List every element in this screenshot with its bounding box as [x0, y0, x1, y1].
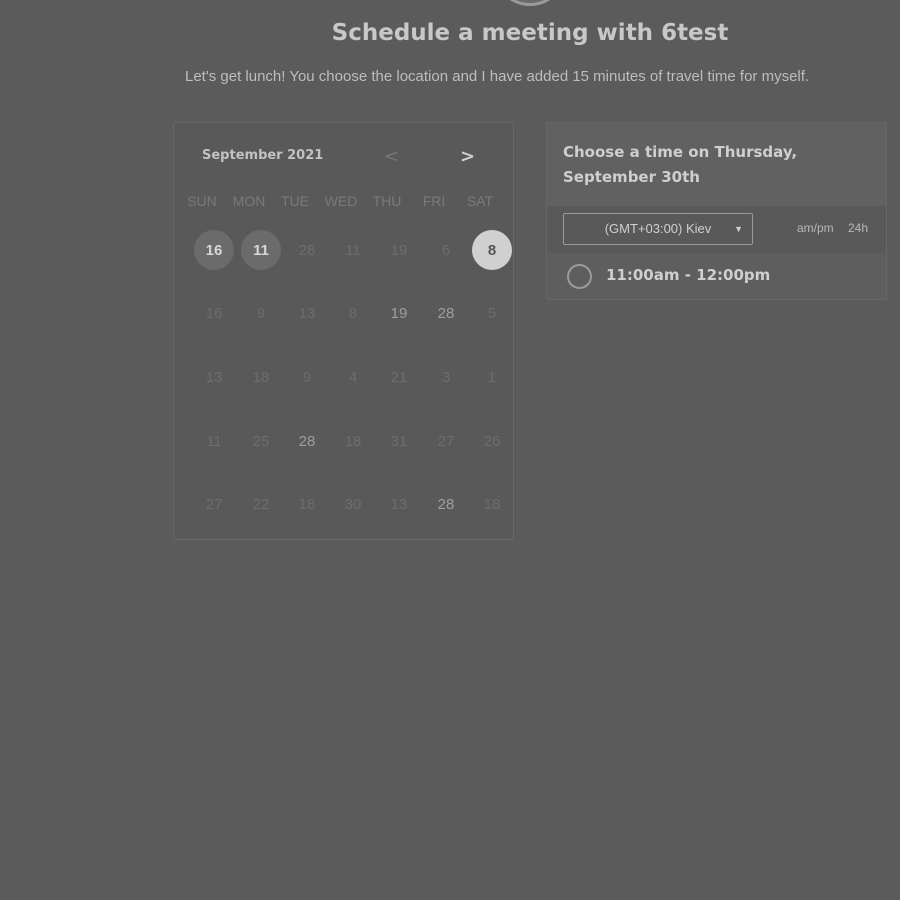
available-day[interactable]: 11: [241, 230, 281, 270]
calendar-day: 6: [441, 241, 451, 259]
page-title: Schedule a meeting with 6test: [331, 20, 729, 46]
prev-month-chevron-icon[interactable]: <: [384, 146, 399, 167]
calendar-day: 30: [344, 495, 362, 513]
weekday-label: WED: [324, 193, 358, 209]
calendar-day: 11: [206, 432, 222, 450]
selected-day[interactable]: 8: [472, 230, 512, 270]
calendar-day: 8: [348, 304, 358, 322]
calendar-day: 5: [487, 304, 497, 322]
weekday-label: SAT: [466, 193, 494, 209]
weekday-label: THU: [372, 193, 402, 209]
calendar-day: 19: [390, 304, 408, 322]
calendar-day: 21: [390, 368, 408, 386]
time-panel-heading: Choose a time on Thursday, September 30t…: [547, 123, 886, 206]
format-24h-toggle[interactable]: 24h: [848, 221, 868, 235]
time-slot[interactable]: 11:00am - 12:00pm: [547, 253, 886, 299]
calendar-day: 28: [298, 241, 316, 259]
calendar-day: 4: [348, 368, 358, 386]
calendar-day: 13: [298, 304, 316, 322]
timezone-select[interactable]: (GMT+03:00) Kiev ▼: [563, 213, 753, 245]
calendar-day: 1: [487, 368, 497, 386]
time-panel: Choose a time on Thursday, September 30t…: [546, 122, 887, 300]
time-slot-label: 11:00am - 12:00pm: [606, 266, 771, 284]
calendar-day: 16: [205, 304, 223, 322]
calendar-day: 25: [252, 432, 270, 450]
calendar-day: 9: [256, 304, 266, 322]
available-day[interactable]: 16: [194, 230, 234, 270]
calendar-day: 18: [344, 432, 362, 450]
calendar-day: 9: [302, 368, 312, 386]
calendar-month-label: September 2021: [202, 148, 324, 163]
format-ampm-toggle[interactable]: am/pm: [797, 221, 834, 235]
calendar-day: 13: [390, 495, 408, 513]
calendar-day: 26: [483, 432, 501, 450]
time-panel-heading-line2: September 30th: [563, 168, 700, 186]
calendar-day: 18: [252, 368, 270, 386]
calendar-day: 13: [205, 368, 223, 386]
calendar-day: 31: [390, 432, 408, 450]
calendar-day: 22: [252, 495, 270, 513]
calendar-day: 18: [298, 495, 316, 513]
calendar-day: 11: [345, 241, 361, 259]
weekday-label: SUN: [187, 193, 217, 209]
weekday-label: MON: [232, 193, 266, 209]
calendar-day: 27: [205, 495, 223, 513]
caret-down-icon: ▼: [734, 224, 743, 234]
radio-icon[interactable]: [567, 264, 592, 289]
host-avatar: [495, 0, 565, 6]
time-panel-heading-line1: Choose a time on Thursday,: [563, 143, 798, 161]
next-month-chevron-icon[interactable]: >: [460, 146, 475, 167]
page-subtitle: Let's get lunch! You choose the location…: [185, 68, 810, 85]
calendar-day: 27: [437, 432, 455, 450]
timezone-value: (GMT+03:00) Kiev: [604, 221, 712, 236]
calendar-panel: September 2021 < > SUN MON TUE WED THU FRI SAT…: [173, 122, 514, 540]
calendar-day: 28: [298, 432, 316, 450]
weekday-label: FRI: [422, 193, 446, 209]
calendar-day: 28: [437, 495, 455, 513]
calendar-day: 28: [437, 304, 455, 322]
calendar-day: 3: [441, 368, 451, 386]
calendar-day: 18: [483, 495, 501, 513]
calendar-day: 19: [390, 241, 408, 259]
weekday-label: TUE: [281, 193, 309, 209]
